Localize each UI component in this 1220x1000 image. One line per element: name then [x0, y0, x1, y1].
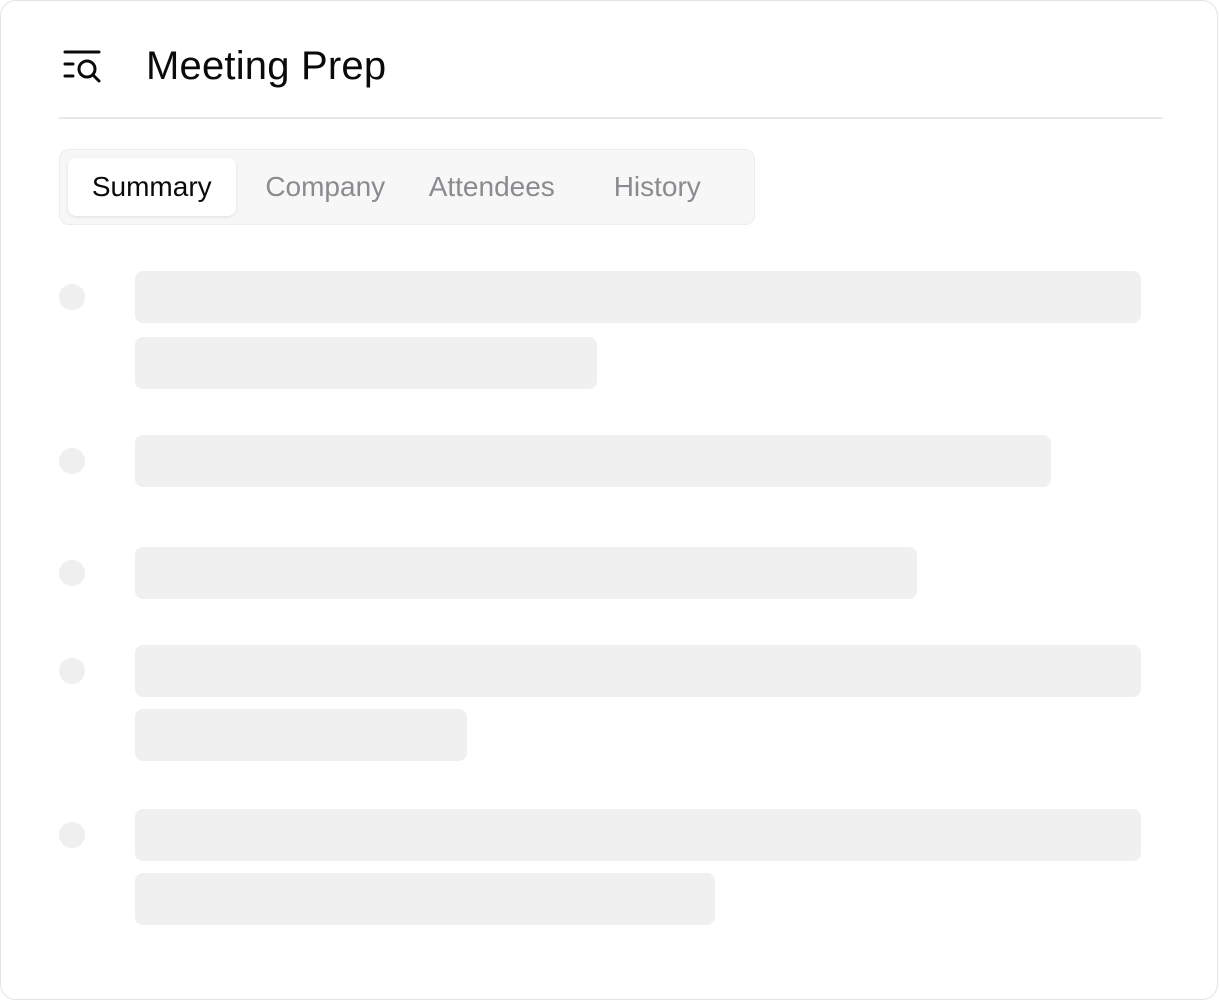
skeleton-line — [135, 645, 1141, 697]
skeleton-line — [135, 873, 715, 925]
meeting-prep-card: Meeting Prep Summary Company Attendees H… — [0, 0, 1218, 1000]
skeleton-line — [135, 809, 1141, 861]
skeleton-line — [135, 547, 917, 599]
skeleton-bullet — [59, 284, 85, 310]
tab-company[interactable]: Company — [236, 158, 415, 216]
page-title: Meeting Prep — [146, 43, 387, 88]
header-divider — [59, 117, 1163, 119]
skeleton-bullet — [59, 560, 85, 586]
tab-bar: Summary Company Attendees History — [59, 149, 755, 225]
skeleton-bullet — [59, 822, 85, 848]
skeleton-bullet — [59, 658, 85, 684]
tab-history[interactable]: History — [569, 158, 746, 216]
skeleton-line — [135, 709, 467, 761]
header: Meeting Prep — [59, 41, 1163, 91]
tab-summary[interactable]: Summary — [68, 158, 236, 216]
skeleton-line — [135, 337, 597, 389]
skeleton-line — [135, 435, 1051, 487]
skeleton-line — [135, 271, 1141, 323]
skeleton-bullet — [59, 448, 85, 474]
tab-attendees[interactable]: Attendees — [415, 158, 569, 216]
list-search-icon — [59, 44, 103, 88]
